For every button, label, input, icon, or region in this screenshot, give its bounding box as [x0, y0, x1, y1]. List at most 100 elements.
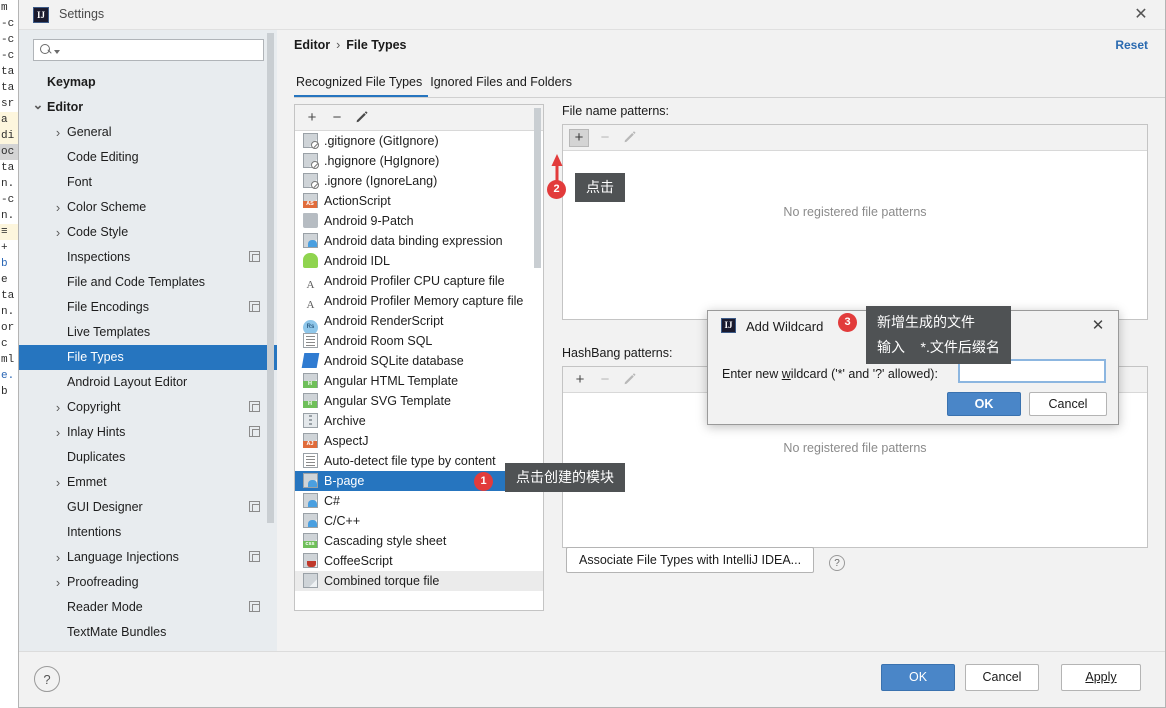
label-prefix: Enter new	[722, 367, 782, 381]
sidebar-item-file-and-code-templates[interactable]: File and Code Templates	[19, 270, 277, 295]
file-type-row[interactable]: Combined torque file	[295, 571, 543, 591]
remove-file-type-button[interactable]: −	[328, 109, 346, 127]
sidebar-item-label: Emmet	[67, 475, 107, 489]
sidebar-item-code-editing[interactable]: Code Editing	[19, 145, 277, 170]
chevron-right-icon[interactable]: ›	[51, 420, 65, 445]
close-icon[interactable]: ✕	[1131, 5, 1151, 25]
file-type-row[interactable]: Android IDL	[295, 251, 543, 271]
project-scope-icon	[249, 551, 260, 562]
file-type-row[interactable]: Android Room SQL	[295, 331, 543, 351]
chevron-right-icon[interactable]: ›	[51, 220, 65, 245]
sidebar-item-label: Inspections	[67, 250, 131, 264]
sidebar-item-font[interactable]: Font	[19, 170, 277, 195]
sidebar-item-keymap[interactable]: Keymap	[19, 70, 277, 95]
file-type-row[interactable]: .gitignore (GitIgnore)	[295, 131, 543, 151]
remove-file-name-pattern-button[interactable]: −	[596, 129, 614, 147]
icon-badge: H	[303, 401, 317, 408]
breadcrumb-parent[interactable]: Editor	[294, 38, 330, 52]
sidebar-item-duplicates[interactable]: Duplicates	[19, 445, 277, 470]
file-type-row[interactable]: Rs Android RenderScript	[295, 311, 543, 335]
file-types-list[interactable]: .gitignore (GitIgnore) .hgignore (HgIgnor…	[295, 131, 543, 610]
file-type-row[interactable]: .hgignore (HgIgnore)	[295, 151, 543, 171]
edit-hashbang-pattern-icon[interactable]	[621, 371, 639, 389]
file-type-row[interactable]: CoffeeScript	[295, 551, 543, 571]
sidebar-item-label: Editor	[47, 100, 84, 114]
file-type-row[interactable]: Android SQLite database	[295, 351, 543, 371]
sidebar-item-gui-designer[interactable]: GUI Designer	[19, 495, 277, 520]
tab-recognized-file-types[interactable]: Recognized File Types	[294, 70, 429, 97]
icon-badge: css	[303, 541, 317, 548]
file-type-row[interactable]: css Cascading style sheet	[295, 531, 543, 551]
chevron-down-icon[interactable]: ⌄	[31, 95, 45, 120]
add-file-type-button[interactable]: +	[303, 109, 321, 127]
apply-button[interactable]: Apply	[1061, 664, 1141, 691]
file-name-patterns-label: File name patterns:	[562, 104, 669, 118]
settings-titlebar: IJ Settings ✕	[19, 0, 1165, 30]
file-type-row[interactable]: C#	[295, 491, 543, 511]
help-icon[interactable]: ?	[34, 666, 60, 692]
sidebar-item-inspections[interactable]: Inspections	[19, 245, 277, 270]
sidebar-item-file-types[interactable]: File Types	[19, 345, 277, 370]
file-type-row[interactable]: Android 9-Patch	[295, 211, 543, 231]
chevron-right-icon[interactable]: ›	[51, 570, 65, 595]
help-icon[interactable]: ?	[829, 555, 845, 571]
file-type-row[interactable]: Archive	[295, 411, 543, 431]
file-type-row[interactable]: A Android Profiler CPU capture file	[295, 271, 543, 291]
chevron-right-icon[interactable]: ›	[51, 195, 65, 220]
sidebar-item-file-encodings[interactable]: File Encodings	[19, 295, 277, 320]
edit-file-type-icon[interactable]	[353, 109, 371, 127]
remove-hashbang-pattern-button[interactable]: −	[596, 371, 614, 389]
sidebar-item-color-scheme[interactable]: › Color Scheme	[19, 195, 277, 220]
sidebar-item-intentions[interactable]: Intentions	[19, 520, 277, 545]
file-name-patterns-section: File name patterns: + − No registered fi…	[562, 104, 1148, 326]
sidebar-item-inlay-hints[interactable]: › Inlay Hints	[19, 420, 277, 445]
ok-button[interactable]: OK	[881, 664, 955, 691]
file-type-row[interactable]: Android data binding expression	[295, 231, 543, 251]
file-type-label: B-page	[324, 474, 365, 488]
file-type-row[interactable]: C/C++	[295, 511, 543, 531]
sidebar-item-android-layout-editor[interactable]: Android Layout Editor	[19, 370, 277, 395]
file-type-row[interactable]: H Angular SVG Template	[295, 391, 543, 411]
add-hashbang-pattern-button[interactable]: +	[571, 371, 589, 389]
add-file-name-pattern-button[interactable]: +	[569, 129, 589, 147]
file-name-patterns-box: + − No registered file patterns	[562, 124, 1148, 320]
sidebar-item-reader-mode[interactable]: Reader Mode	[19, 595, 277, 620]
search-area	[19, 30, 277, 70]
file-type-label: Combined torque file	[324, 574, 440, 588]
sidebar-item-label: Live Templates	[67, 325, 151, 339]
tab-ignored-files-and-folders[interactable]: Ignored Files and Folders	[428, 70, 578, 97]
file-type-row[interactable]: AJ AspectJ	[295, 431, 543, 451]
cancel-button[interactable]: Cancel	[965, 664, 1039, 691]
sidebar-item-general[interactable]: › General	[19, 120, 277, 145]
file-type-row[interactable]: .ignore (IgnoreLang)	[295, 171, 543, 191]
file-types-toolbar: + −	[295, 105, 543, 131]
search-input[interactable]	[63, 42, 263, 58]
sidebar-item-live-templates[interactable]: Live Templates	[19, 320, 277, 345]
chevron-right-icon[interactable]: ›	[51, 395, 65, 420]
file-type-label: .hgignore (HgIgnore)	[324, 154, 440, 168]
sidebar-item-language-injections[interactable]: › Language Injections	[19, 545, 277, 570]
dialog-ok-button[interactable]: OK	[947, 392, 1021, 416]
chevron-right-icon[interactable]: ›	[51, 120, 65, 145]
file-type-row[interactable]: AS ActionScript	[295, 191, 543, 211]
file-type-label: .gitignore (GitIgnore)	[324, 134, 439, 148]
sidebar-item-copyright[interactable]: › Copyright	[19, 395, 277, 420]
sidebar-item-editor[interactable]: ⌄ Editor	[19, 95, 277, 120]
chevron-right-icon[interactable]: ›	[51, 545, 65, 570]
sidebar-item-textmate-bundles[interactable]: TextMate Bundles	[19, 620, 277, 645]
edit-file-name-pattern-icon[interactable]	[621, 129, 639, 147]
reset-link[interactable]: Reset	[1115, 38, 1148, 52]
close-icon[interactable]: ✕	[1088, 316, 1108, 336]
file-types-scrollbar[interactable]	[534, 108, 541, 268]
file-type-row[interactable]: A Android Profiler Memory capture file	[295, 291, 543, 311]
sidebar-item-code-style[interactable]: › Code Style	[19, 220, 277, 245]
dialog-cancel-button[interactable]: Cancel	[1029, 392, 1107, 416]
settings-tree[interactable]: Keymap ⌄ Editor › General Code Editing Font › Co…	[19, 70, 277, 651]
associate-file-types-button[interactable]: Associate File Types with IntelliJ IDEA.…	[566, 547, 815, 573]
file-type-row[interactable]: H Angular HTML Template	[295, 371, 543, 391]
sidebar-item-proofreading[interactable]: › Proofreading	[19, 570, 277, 595]
chevron-right-icon[interactable]: ›	[51, 470, 65, 495]
search-box[interactable]	[33, 39, 264, 61]
sidebar-item-emmet[interactable]: › Emmet	[19, 470, 277, 495]
sidebar-scrollbar[interactable]	[267, 33, 274, 523]
